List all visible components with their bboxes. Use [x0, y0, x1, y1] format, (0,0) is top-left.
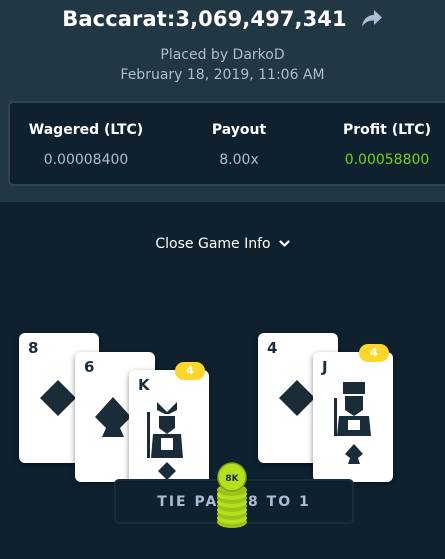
stat-value: 0.00058800	[344, 152, 430, 168]
stat-wagered: Wagered (LTC) 0.00008400	[24, 122, 148, 168]
card-rank: K	[138, 376, 150, 394]
banker-card-2: J 4	[313, 344, 393, 482]
card-rank: 4	[267, 339, 278, 357]
share-icon[interactable]	[361, 9, 383, 29]
chip-label: 8K	[225, 474, 239, 484]
diamond-suit-icon	[40, 380, 76, 416]
stat-label: Wagered (LTC)	[28, 122, 144, 138]
stat-label: Profit (LTC)	[343, 122, 431, 138]
diamond-suit-icon	[279, 380, 315, 416]
bet-date: February 18, 2019, 11:06 AM	[120, 67, 325, 83]
close-game-info-toggle[interactable]: Close Game Info	[0, 236, 445, 252]
stat-value: 0.00008400	[43, 152, 129, 168]
jack-figure-icon	[334, 382, 371, 464]
placed-by-text: Placed by DarkoD	[160, 47, 285, 63]
bet-details-header: Baccarat:3,069,497,341 Placed by DarkoD …	[0, 0, 445, 202]
king-figure-icon	[147, 402, 183, 480]
stat-payout: Payout 8.00x	[196, 122, 282, 168]
bet-title: Baccarat:3,069,497,341	[62, 7, 347, 31]
title-row: Baccarat:3,069,497,341	[0, 4, 445, 34]
stat-profit: Profit (LTC) 0.00058800	[332, 122, 442, 168]
toggle-label: Close Game Info	[155, 236, 271, 252]
banker-total-badge: 4	[359, 344, 389, 362]
card-rank: 6	[84, 358, 95, 376]
stat-label: Payout	[211, 122, 267, 138]
card-rank: J	[322, 358, 328, 376]
player-total-badge: 4	[175, 362, 205, 380]
spade-suit-icon	[95, 397, 131, 437]
stats-panel: Wagered (LTC) 0.00008400 Payout 8.00x Pr…	[8, 101, 445, 186]
chevron-down-icon	[279, 240, 290, 247]
card-rank: 8	[28, 339, 39, 357]
stat-value: 8.00x	[219, 152, 259, 168]
chip-stack-icon: 8K	[217, 462, 247, 528]
